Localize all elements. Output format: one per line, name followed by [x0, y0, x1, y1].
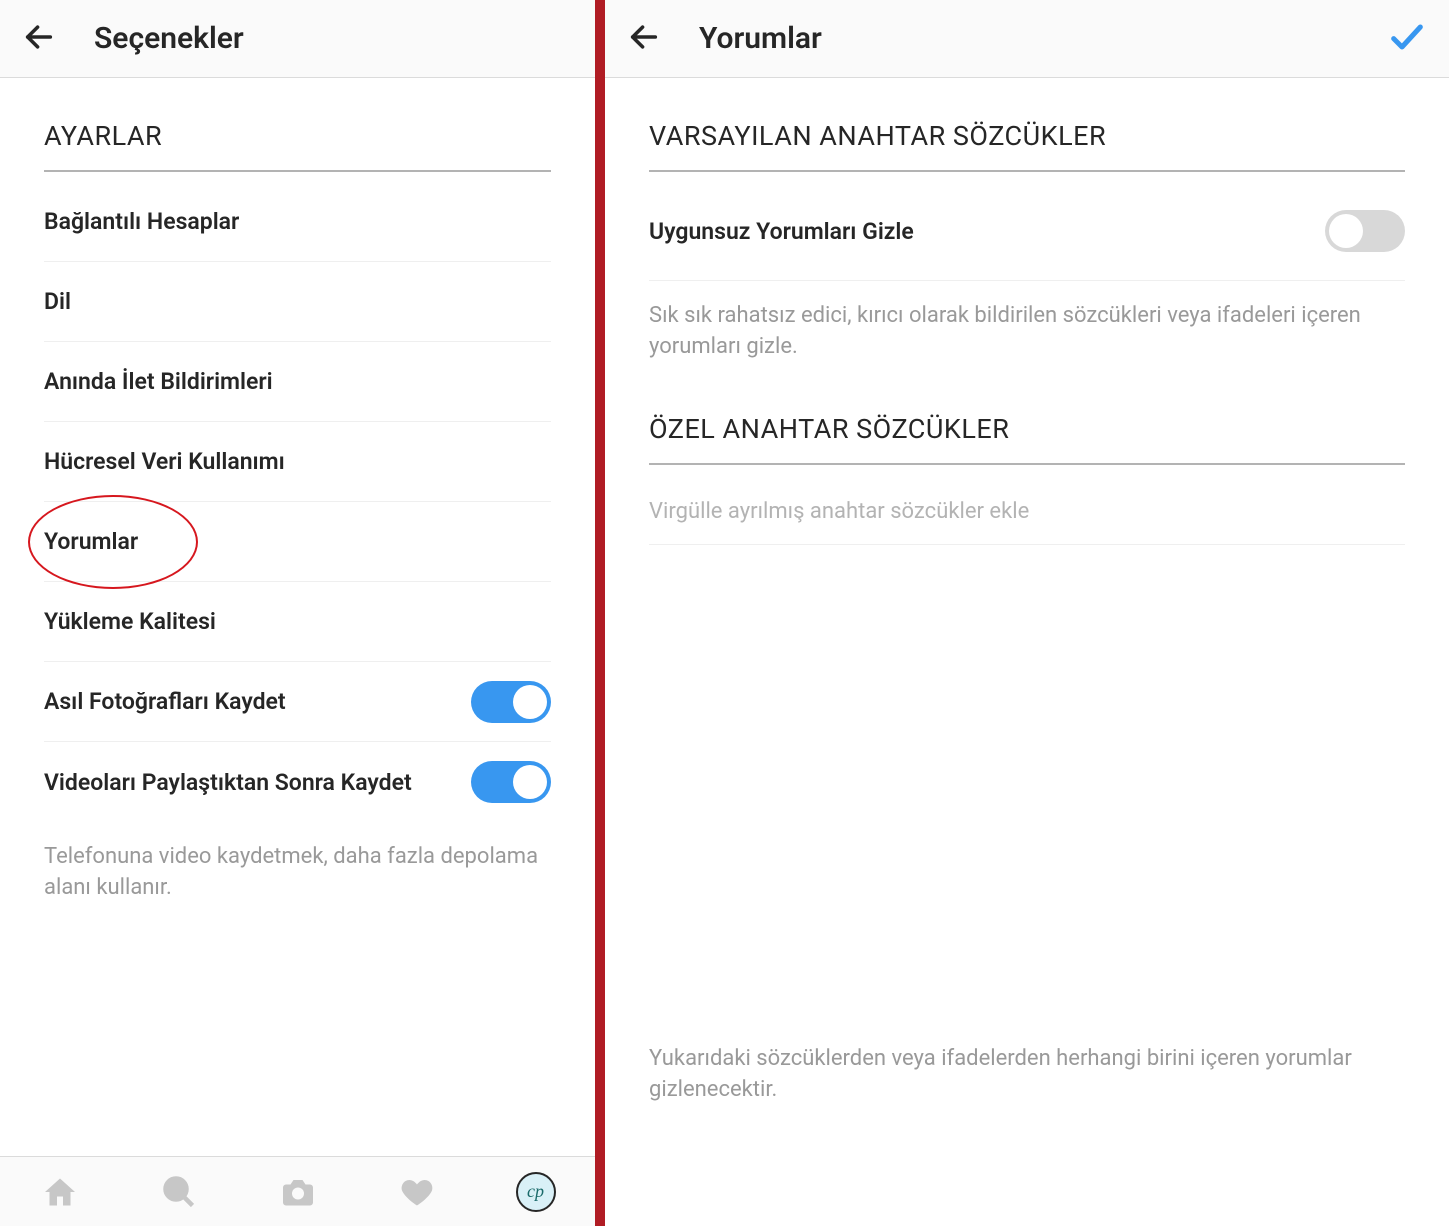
item-language[interactable]: Dil [44, 262, 551, 342]
heart-icon[interactable] [397, 1172, 437, 1212]
divider [44, 170, 551, 172]
comments-content: VARSAYILAN ANAHTAR SÖZCÜKLER Uygunsuz Yo… [605, 78, 1449, 1226]
camera-icon[interactable] [278, 1172, 318, 1212]
check-icon[interactable] [1387, 17, 1427, 61]
item-label: Videoları Paylaştıktan Sonra Kaydet [44, 769, 412, 796]
comments-screen: Yorumlar VARSAYILAN ANAHTAR SÖZCÜKLER Uy… [605, 0, 1449, 1226]
item-save-original-photos[interactable]: Asıl Fotoğrafları Kaydet [44, 662, 551, 742]
avatar: cp [516, 1172, 556, 1212]
keywords-input[interactable]: Virgülle ayrılmış anahtar sözcükler ekle [649, 475, 1405, 545]
section-title-settings: AYARLAR [44, 120, 551, 152]
back-icon[interactable] [22, 20, 56, 58]
divider [649, 170, 1405, 172]
item-push-notifications[interactable]: Anında İlet Bildirimleri [44, 342, 551, 422]
back-icon[interactable] [627, 20, 661, 58]
bottom-nav: cp [0, 1156, 595, 1226]
item-label: Uygunsuz Yorumları Gizle [649, 218, 1325, 245]
item-cellular-data[interactable]: Hücresel Veri Kullanımı [44, 422, 551, 502]
item-label: Asıl Fotoğrafları Kaydet [44, 688, 286, 715]
item-label: Hücresel Veri Kullanımı [44, 448, 285, 475]
profile-icon[interactable]: cp [516, 1172, 556, 1212]
item-comments[interactable]: Yorumlar [44, 502, 551, 582]
page-title: Seçenekler [94, 21, 244, 56]
toggle-knob [513, 765, 547, 799]
item-hide-inappropriate[interactable]: Uygunsuz Yorumları Gizle [649, 182, 1405, 281]
toggle-knob [1329, 214, 1363, 248]
bottom-description: Yukarıdaki sözcüklerden veya ifadelerden… [649, 1044, 1405, 1106]
screen-divider [595, 0, 605, 1226]
home-icon[interactable] [40, 1172, 80, 1212]
toggle-knob [513, 685, 547, 719]
hide-description: Sık sık rahatsız edici, kırıcı olarak bi… [649, 301, 1405, 363]
options-screen: Seçenekler AYARLAR Bağlantılı Hesaplar D… [0, 0, 595, 1226]
toggle-save-videos[interactable] [471, 761, 551, 803]
options-content: AYARLAR Bağlantılı Hesaplar Dil Anında İ… [0, 78, 595, 1156]
item-label: Anında İlet Bildirimleri [44, 368, 273, 395]
page-title: Yorumlar [699, 21, 822, 56]
section-title-custom-keywords: ÖZEL ANAHTAR SÖZCÜKLER [649, 413, 1405, 445]
toggle-hide-inappropriate[interactable] [1325, 210, 1405, 252]
item-save-videos-after-posting[interactable]: Videoları Paylaştıktan Sonra Kaydet [44, 742, 551, 822]
item-label: Bağlantılı Hesaplar [44, 208, 239, 235]
item-label: Dil [44, 288, 71, 315]
storage-description: Telefonuna video kaydetmek, daha fazla d… [44, 842, 551, 904]
item-linked-accounts[interactable]: Bağlantılı Hesaplar [44, 182, 551, 262]
comments-header: Yorumlar [605, 0, 1449, 78]
item-upload-quality[interactable]: Yükleme Kalitesi [44, 582, 551, 662]
toggle-save-photos[interactable] [471, 681, 551, 723]
divider [649, 463, 1405, 465]
search-icon[interactable] [159, 1172, 199, 1212]
section-title-default-keywords: VARSAYILAN ANAHTAR SÖZCÜKLER [649, 120, 1405, 152]
options-header: Seçenekler [0, 0, 595, 78]
item-label: Yükleme Kalitesi [44, 608, 216, 635]
item-label: Yorumlar [44, 528, 138, 555]
